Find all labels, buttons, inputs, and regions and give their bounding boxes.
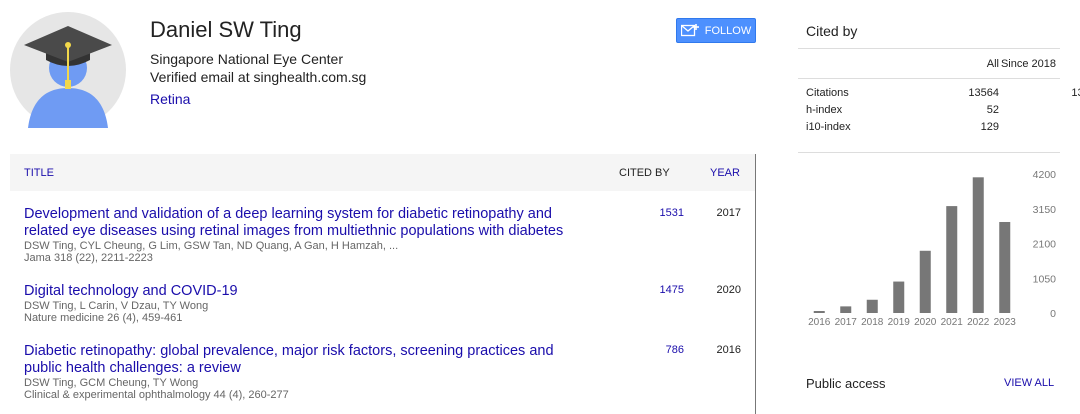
x-tick-label: 2023	[994, 317, 1017, 328]
bar-2020[interactable]	[919, 250, 931, 313]
bar-2021[interactable]	[946, 206, 958, 313]
y-tick-label: 2100	[1033, 239, 1057, 251]
bar-2019[interactable]	[893, 281, 905, 313]
sort-by-title[interactable]: TITLE	[24, 167, 54, 179]
table-row: Digital technology and COVID-19 DSW Ting…	[24, 283, 754, 324]
profile-name: Daniel SW Ting	[150, 17, 302, 42]
publication-year: 2017	[716, 207, 741, 219]
x-tick-label: 2020	[914, 317, 937, 328]
publication-venue: Clinical & experimental ophthalmology 44…	[24, 389, 289, 401]
divider	[798, 152, 1060, 153]
x-tick-label: 2019	[888, 317, 911, 328]
sort-by-cited[interactable]: CITED BY	[619, 167, 670, 179]
publication-year: 2016	[716, 344, 741, 356]
publication-year: 2020	[716, 284, 741, 296]
main-panel: Daniel SW Ting Singapore National Eye Ce…	[0, 0, 760, 414]
bar-2016[interactable]	[813, 311, 825, 313]
cited-by-panel: Cited by All Since 2018 Citations 13564 …	[760, 0, 1080, 414]
col-since-header: Since 2018	[1000, 58, 1056, 70]
x-tick-label: 2018	[861, 317, 884, 328]
metric-all: 13564	[968, 87, 999, 99]
metric-label: h-index	[806, 104, 843, 116]
bar-2023[interactable]	[999, 221, 1011, 313]
publication-authors: DSW Ting, L Carin, V Dzau, TY Wong	[24, 300, 209, 312]
envelope-plus-icon	[680, 24, 699, 37]
publication-venue: Jama 318 (22), 2211-2223	[24, 252, 153, 264]
x-tick-label: 2021	[941, 317, 964, 328]
x-tick-label: 2016	[808, 317, 831, 328]
x-tick-label: 2017	[835, 317, 858, 328]
publication-authors: DSW Ting, CYL Cheung, G Lim, GSW Tan, ND…	[24, 240, 399, 252]
profile-affiliation: Singapore National Eye Center	[150, 51, 344, 67]
view-all-link[interactable]: VIEW ALL	[1004, 377, 1054, 389]
x-tick-label: 2022	[967, 317, 990, 328]
y-tick-label: 1050	[1033, 273, 1057, 285]
metric-row: Citations 13564 13187	[806, 87, 1080, 102]
cited-by-title: Cited by	[806, 23, 858, 39]
metric-label: i10-index	[806, 121, 851, 133]
research-interest-link[interactable]: Retina	[150, 91, 190, 107]
metric-since: 13187	[1071, 87, 1080, 99]
divider	[798, 48, 1060, 49]
cited-by-count-link[interactable]: 1531	[644, 207, 684, 219]
divider	[798, 78, 1060, 79]
publication-authors: DSW Ting, GCM Cheung, TY Wong	[24, 377, 199, 389]
publication-title-link[interactable]: Digital technology and COVID-19	[24, 283, 584, 300]
public-access-title: Public access	[806, 376, 886, 391]
metric-all: 129	[980, 121, 999, 133]
bar-2022[interactable]	[972, 177, 984, 313]
citations-bar-chart: 2016 2017 2018 2019 2020 2021 2022 2023 0 1050 210…	[808, 169, 1057, 328]
cited-by-count-link[interactable]: 786	[644, 344, 684, 356]
bar-2017[interactable]	[840, 306, 852, 313]
metric-all: 52	[986, 104, 999, 116]
follow-button-label: FOLLOW	[704, 24, 752, 37]
table-row: Diabetic retinopathy: global prevalence,…	[24, 343, 754, 401]
publication-title-link[interactable]: Diabetic retinopathy: global prevalence,…	[24, 343, 584, 377]
avatar	[10, 12, 126, 128]
publication-venue: Nature medicine 26 (4), 459-461	[24, 312, 183, 324]
metric-row: i10-index 129 128	[806, 121, 1056, 136]
column-divider	[755, 154, 756, 414]
bar-2018[interactable]	[866, 299, 878, 313]
table-row: Development and validation of a deep lea…	[24, 206, 754, 264]
publications-table-header: TITLE CITED BY YEAR	[10, 154, 755, 191]
cited-by-count-link[interactable]: 1475	[644, 284, 684, 296]
y-tick-label: 4200	[1033, 169, 1057, 181]
metric-since: 128	[1006, 121, 1080, 133]
metric-row: h-index 52 51	[806, 104, 1056, 119]
y-tick-label: 3150	[1033, 204, 1057, 216]
publication-title-link[interactable]: Development and validation of a deep lea…	[24, 206, 584, 240]
profile-email: Verified email at singhealth.com.sg	[150, 69, 367, 85]
metric-label: Citations	[806, 87, 849, 99]
metric-since: 51	[1006, 104, 1080, 116]
y-tick-label: 0	[1050, 308, 1056, 320]
follow-button[interactable]: FOLLOW	[676, 18, 756, 43]
sort-by-year[interactable]: YEAR	[710, 167, 740, 179]
